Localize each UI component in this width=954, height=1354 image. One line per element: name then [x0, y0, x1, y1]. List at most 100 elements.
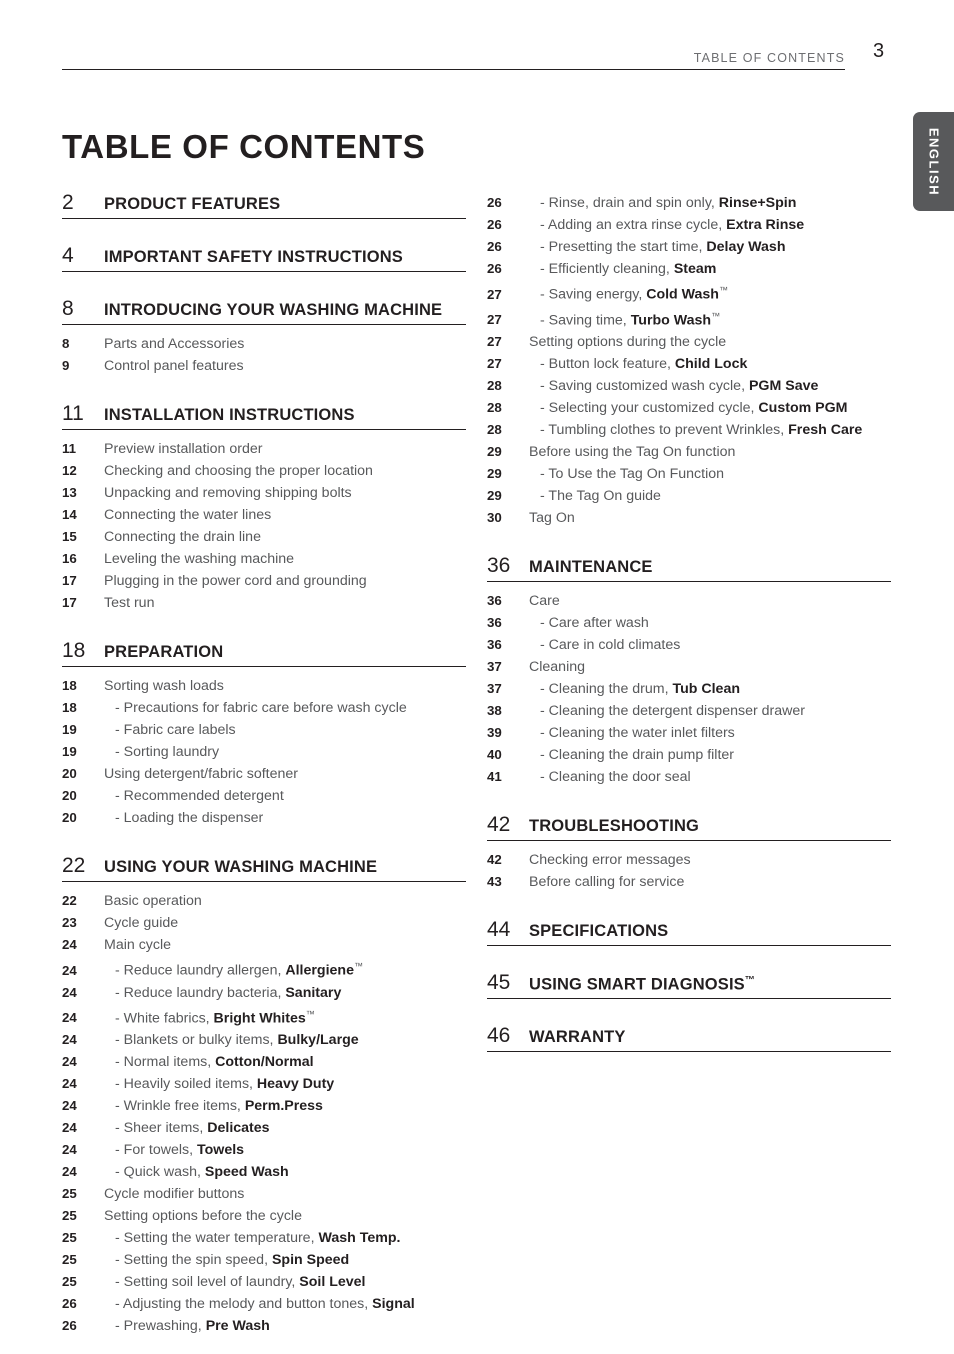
toc-entry[interactable]: 29 - To Use the Tag On Function — [487, 463, 891, 485]
toc-section-heading-installation-instructions[interactable]: 11 INSTALLATION INSTRUCTIONS — [62, 403, 466, 430]
toc-entry[interactable]: 24 - Sheer items, Delicates — [62, 1117, 466, 1139]
toc-entry-label: - To Use the Tag On Function — [540, 466, 725, 483]
toc-entry-label: - Selecting your customized cycle, Custo… — [540, 400, 848, 417]
toc-entry[interactable]: 11 Preview installation order — [62, 438, 466, 460]
toc-entry-feature-name: Turbo Wash — [630, 312, 712, 329]
toc-entry[interactable]: 24 - Heavily soiled items, Heavy Duty — [62, 1073, 466, 1095]
toc-entry-page-number: 26 — [487, 217, 502, 232]
toc-entry[interactable]: 25 - Setting the spin speed, Spin Speed — [62, 1249, 466, 1271]
toc-entry[interactable]: 19 - Fabric care labels — [62, 719, 466, 741]
toc-entry[interactable]: 24 - Normal items, Cotton/Normal — [62, 1051, 466, 1073]
toc-entry[interactable]: 25 - Setting the water temperature, Wash … — [62, 1227, 466, 1249]
toc-entry[interactable]: 36 - Care in cold climates — [487, 634, 891, 656]
toc-entry-label: Cycle guide — [104, 915, 179, 931]
toc-entry[interactable]: 24 Main cycle — [62, 934, 466, 956]
toc-entry[interactable]: 38 - Cleaning the detergent dispenser dra… — [487, 700, 891, 722]
toc-section-heading-introducing-your-washing-machine[interactable]: 8 INTRODUCING YOUR WASHING MACHINE — [62, 298, 466, 325]
toc-entry[interactable]: 24 - Quick wash, Speed Wash — [62, 1161, 466, 1183]
toc-entry[interactable]: 26 - Rinse, drain and spin only, Rinse+Sp… — [487, 192, 891, 214]
toc-section-using-smart-diagnosis: 45 USING SMART DIAGNOSIS™ — [487, 972, 891, 1000]
toc-entry[interactable]: 26 - Prewashing, Pre Wash — [62, 1315, 466, 1337]
toc-entry-page-number: 38 — [487, 703, 502, 719]
toc-entry[interactable]: 20 - Recommended detergent — [62, 785, 466, 807]
toc-entry[interactable]: 24 - Reduce laundry allergen, Allergiene™ — [62, 956, 466, 982]
toc-entry[interactable]: 20 Using detergent/fabric softener — [62, 763, 466, 785]
toc-entry[interactable]: 12 Checking and choosing the proper locat… — [62, 460, 466, 482]
toc-entry[interactable]: 28 - Saving customized wash cycle, PGM Sa… — [487, 375, 891, 397]
toc-entry[interactable]: 18 - Precautions for fabric care before w… — [62, 697, 466, 719]
toc-entry[interactable]: 39 - Cleaning the water inlet filters — [487, 722, 891, 744]
toc-entry[interactable]: 22 Basic operation — [62, 890, 466, 912]
toc-section-heading-troubleshooting[interactable]: 42 TROUBLESHOOTING — [487, 814, 891, 842]
toc-section-heading-preparation[interactable]: 18 PREPARATION — [62, 640, 466, 667]
toc-section-heading-using-smart-diagnosis[interactable]: 45 USING SMART DIAGNOSIS™ — [487, 972, 891, 1000]
toc-entry[interactable]: 24 - Reduce laundry bacteria, Sanitary — [62, 982, 466, 1004]
toc-entry[interactable]: 26 - Adding an extra rinse cycle, Extra R… — [487, 214, 891, 236]
toc-entry[interactable]: 29 Before using the Tag On function — [487, 441, 891, 463]
toc-entry-label: - Cleaning the detergent dispenser drawe… — [540, 703, 805, 720]
toc-entry[interactable]: 41 - Cleaning the door seal — [487, 766, 891, 788]
toc-entry[interactable]: 13 Unpacking and removing shipping bolts — [62, 482, 466, 504]
toc-entry[interactable]: 36 Care — [487, 590, 891, 612]
toc-entry[interactable]: 42 Checking error messages — [487, 849, 891, 871]
toc-entry[interactable]: 26 - Efficiently cleaning, Steam — [487, 258, 891, 280]
toc-entry[interactable]: 18 Sorting wash loads — [62, 675, 466, 697]
toc-entry-feature-name: Sanitary — [285, 984, 342, 1001]
toc-entry-label: Cleaning — [529, 659, 586, 676]
toc-entry[interactable]: 15 Connecting the drain line — [62, 526, 466, 548]
toc-entry[interactable]: 43 Before calling for service — [487, 871, 891, 893]
toc-entry[interactable]: 25 - Setting soil level of laundry, Soil … — [62, 1271, 466, 1293]
toc-entry[interactable]: 25 Setting options before the cycle — [62, 1205, 466, 1227]
toc-entry[interactable]: 26 - Adjusting the melody and button tone… — [62, 1293, 466, 1315]
toc-entry[interactable]: 17 Plugging in the power cord and groundi… — [62, 570, 466, 592]
toc-entry-label: Before using the Tag On function — [529, 444, 736, 461]
toc-entry[interactable]: 25 Cycle modifier buttons — [62, 1183, 466, 1205]
toc-entry-label: - Cleaning the drain pump filter — [540, 747, 734, 764]
toc-entry[interactable]: 17 Test run — [62, 592, 466, 614]
toc-section-heading-using-your-washing-machine[interactable]: 22 USING YOUR WASHING MACHINE — [62, 855, 466, 882]
toc-entry[interactable]: 27 - Saving energy, Cold Wash™ — [487, 280, 891, 306]
toc-section-heading-maintenance[interactable]: 36 MAINTENANCE — [487, 555, 891, 583]
toc-entry[interactable]: 23 Cycle guide — [62, 912, 466, 934]
toc-entry-label: - Button lock feature, Child Lock — [540, 356, 748, 373]
toc-entry[interactable]: 27 Setting options during the cycle — [487, 331, 891, 353]
toc-entry[interactable]: 37 - Cleaning the drum, Tub Clean — [487, 678, 891, 700]
toc-entry[interactable]: 24 - Wrinkle free items, Perm.Press — [62, 1095, 466, 1117]
toc-entry[interactable]: 36 - Care after wash — [487, 612, 891, 634]
toc-entry-label: - Adjusting the melody and button tones,… — [115, 1296, 415, 1313]
toc-section-heading-product-features[interactable]: 2 PRODUCT FEATURES — [62, 192, 466, 219]
toc-entry-label: Checking error messages — [529, 852, 691, 869]
toc-entry[interactable]: 27 - Button lock feature, Child Lock — [487, 353, 891, 375]
toc-entry[interactable]: 28 - Selecting your customized cycle, Cus… — [487, 397, 891, 419]
toc-section-title: USING SMART DIAGNOSIS™ — [529, 974, 755, 994]
toc-entry[interactable]: 8 Parts and Accessories — [62, 333, 466, 355]
toc-entry[interactable]: 40 - Cleaning the drain pump filter — [487, 744, 891, 766]
toc-entry[interactable]: 30 Tag On — [487, 507, 891, 529]
toc-entry[interactable]: 24 - Blankets or bulky items, Bulky/Large — [62, 1029, 466, 1051]
toc-entry-label: Preview installation order — [104, 441, 263, 457]
toc-entry[interactable]: 24 - White fabrics, Bright Whites™ — [62, 1004, 466, 1030]
toc-entry[interactable]: 20 - Loading the dispenser — [62, 807, 466, 829]
toc-entry[interactable]: 27 - Saving time, Turbo Wash™ — [487, 306, 891, 332]
toc-entry-page-number: 24 — [62, 1054, 77, 1070]
toc-entry-label: Plugging in the power cord and grounding — [104, 573, 367, 589]
trademark-icon: ™ — [353, 961, 363, 971]
toc-section-heading-specifications[interactable]: 44 SPECIFICATIONS — [487, 919, 891, 947]
toc-entry[interactable]: 19 - Sorting laundry — [62, 741, 466, 763]
toc-entry[interactable]: 14 Connecting the water lines — [62, 504, 466, 526]
toc-entry[interactable]: 26 - Presetting the start time, Delay Was… — [487, 236, 891, 258]
toc-entry-page-number: 23 — [62, 915, 77, 930]
toc-entry[interactable]: 9 Control panel features — [62, 355, 466, 377]
toc-entry-page-number: 25 — [62, 1274, 77, 1290]
toc-entry-page-number: 30 — [487, 510, 502, 526]
toc-entry[interactable]: 28 - Tumbling clothes to prevent Wrinkles… — [487, 419, 891, 441]
toc-entry-page-number: 26 — [487, 195, 502, 210]
toc-section-heading-warranty[interactable]: 46 WARRANTY — [487, 1025, 891, 1053]
toc-entry[interactable]: 16 Leveling the washing machine — [62, 548, 466, 570]
toc-entry[interactable]: 29 - The Tag On guide — [487, 485, 891, 507]
toc-entry-label: Unpacking and removing shipping bolts — [104, 485, 352, 501]
toc-entry-label: - The Tag On guide — [540, 488, 661, 505]
toc-section-heading-important-safety-instructions[interactable]: 4 IMPORTANT SAFETY INSTRUCTIONS — [62, 245, 466, 272]
toc-entry[interactable]: 37 Cleaning — [487, 656, 891, 678]
toc-entry[interactable]: 24 - For towels, Towels — [62, 1139, 466, 1161]
